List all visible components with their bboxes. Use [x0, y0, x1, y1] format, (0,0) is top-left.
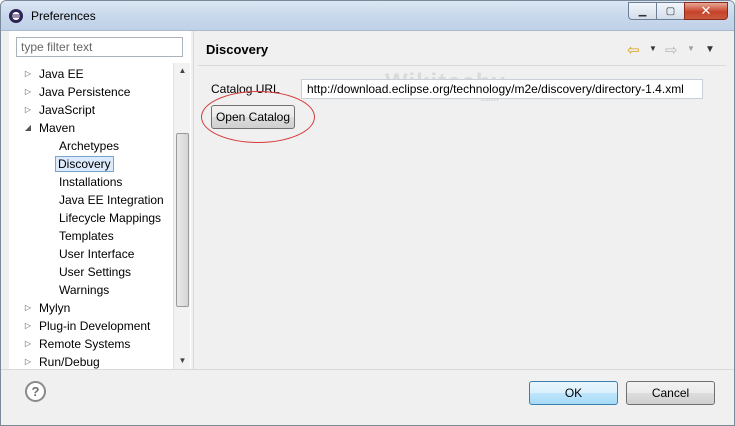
minimize-button[interactable]: ▁: [628, 2, 656, 20]
tree-item-label: Java Persistence: [39, 85, 131, 99]
cancel-button[interactable]: Cancel: [626, 381, 715, 405]
tree-item[interactable]: Installations: [55, 173, 126, 191]
tree-item[interactable]: Lifecycle Mappings: [55, 209, 165, 227]
scroll-thumb[interactable]: [176, 133, 189, 307]
ok-button[interactable]: OK: [529, 381, 618, 405]
tree-item[interactable]: Archetypes: [55, 137, 123, 155]
title-separator: [198, 65, 726, 66]
tree-item[interactable]: Warnings: [55, 281, 113, 299]
tree-item[interactable]: ▷ JavaScript: [25, 101, 99, 119]
expand-icon[interactable]: ▷: [23, 317, 33, 335]
tree-item[interactable]: ▷ Java Persistence: [25, 83, 134, 101]
button-bar-separator: [1, 369, 734, 370]
preferences-window: Preferences ▁ ▢ ✕ ▷ Java EE ▷ Java Persiste…: [0, 0, 735, 426]
expand-icon[interactable]: ▷: [23, 299, 33, 317]
page-navigation: ⇦ ▼ ⇨ ▼ ▼: [627, 41, 727, 59]
title-bar: Preferences ▁ ▢ ✕: [1, 1, 734, 31]
tree-item-label: Plug-in Development: [39, 319, 151, 333]
tree-item-label: Remote Systems: [39, 337, 131, 351]
preference-tree: ▷ Java EE ▷ Java Persistence ▷ JavaScript ◢ Mav…: [9, 63, 175, 369]
tree-item[interactable]: ▷ Run/Debug: [25, 353, 104, 369]
tree-item[interactable]: ◢ Maven: [25, 119, 79, 137]
tree-item-label: User Settings: [59, 265, 132, 279]
back-menu-icon[interactable]: ▼: [649, 44, 657, 53]
expand-icon[interactable]: ▷: [23, 83, 33, 101]
page-title: Discovery: [206, 42, 269, 57]
pane-sash[interactable]: [193, 31, 194, 369]
filter-input[interactable]: [16, 37, 183, 57]
expand-icon[interactable]: ▷: [23, 65, 33, 83]
tree-item[interactable]: Java EE Integration: [55, 191, 168, 209]
tree-item-label: Templates: [59, 229, 114, 243]
tree-item-label: Java EE Integration: [59, 193, 164, 207]
forward-menu-icon[interactable]: ▼: [687, 44, 695, 53]
close-button[interactable]: ✕: [684, 2, 728, 20]
tree-item-label: JavaScript: [39, 103, 96, 117]
tree-item-label: Maven: [39, 121, 76, 135]
tree-item-label: Run/Debug: [39, 355, 100, 369]
expand-icon[interactable]: ▷: [23, 353, 33, 369]
tree-item-label: Archetypes: [59, 139, 120, 153]
tree-item-label: Discovery: [55, 156, 114, 172]
tree-item-label: Lifecycle Mappings: [59, 211, 162, 225]
window-title: Preferences: [31, 9, 96, 23]
tree-item-label: User Interface: [59, 247, 135, 261]
tree-item[interactable]: ▷ Remote Systems: [25, 335, 134, 353]
tree-item-label: Java EE: [39, 67, 84, 81]
scroll-down-icon[interactable]: ▼: [174, 353, 191, 369]
tree-item[interactable]: User Settings: [55, 263, 135, 281]
scroll-up-icon[interactable]: ▲: [174, 63, 191, 79]
tree-item-label: Installations: [59, 175, 123, 189]
tree-scrollbar[interactable]: ▲ ▼: [173, 63, 190, 369]
tree-item-label: Warnings: [59, 283, 110, 297]
view-menu-icon[interactable]: ▼: [705, 44, 715, 55]
tree-item[interactable]: ▷ Mylyn: [25, 299, 74, 317]
tree-item[interactable]: User Interface: [55, 245, 138, 263]
forward-arrow-icon[interactable]: ⇨: [665, 41, 678, 59]
highlight-annotation: [201, 91, 315, 143]
tree-item-label: Mylyn: [39, 301, 71, 315]
tree-item[interactable]: ▷ Java EE: [25, 65, 88, 83]
back-arrow-icon[interactable]: ⇦: [627, 41, 640, 59]
expand-icon[interactable]: ▷: [23, 101, 33, 119]
tree-item[interactable]: Discovery: [55, 155, 114, 173]
preference-tree-pane: ▷ Java EE ▷ Java Persistence ▷ JavaScript ◢ Mav…: [9, 31, 191, 369]
tree-item[interactable]: ▷ Plug-in Development: [25, 317, 154, 335]
catalog-url-field[interactable]: http://download.eclipse.org/technology/m…: [301, 79, 703, 99]
help-icon[interactable]: ?: [25, 381, 46, 402]
collapse-icon[interactable]: ◢: [23, 119, 33, 137]
maximize-button[interactable]: ▢: [656, 2, 684, 20]
app-icon: [9, 9, 23, 23]
expand-icon[interactable]: ▷: [23, 335, 33, 353]
tree-item[interactable]: Templates: [55, 227, 118, 245]
